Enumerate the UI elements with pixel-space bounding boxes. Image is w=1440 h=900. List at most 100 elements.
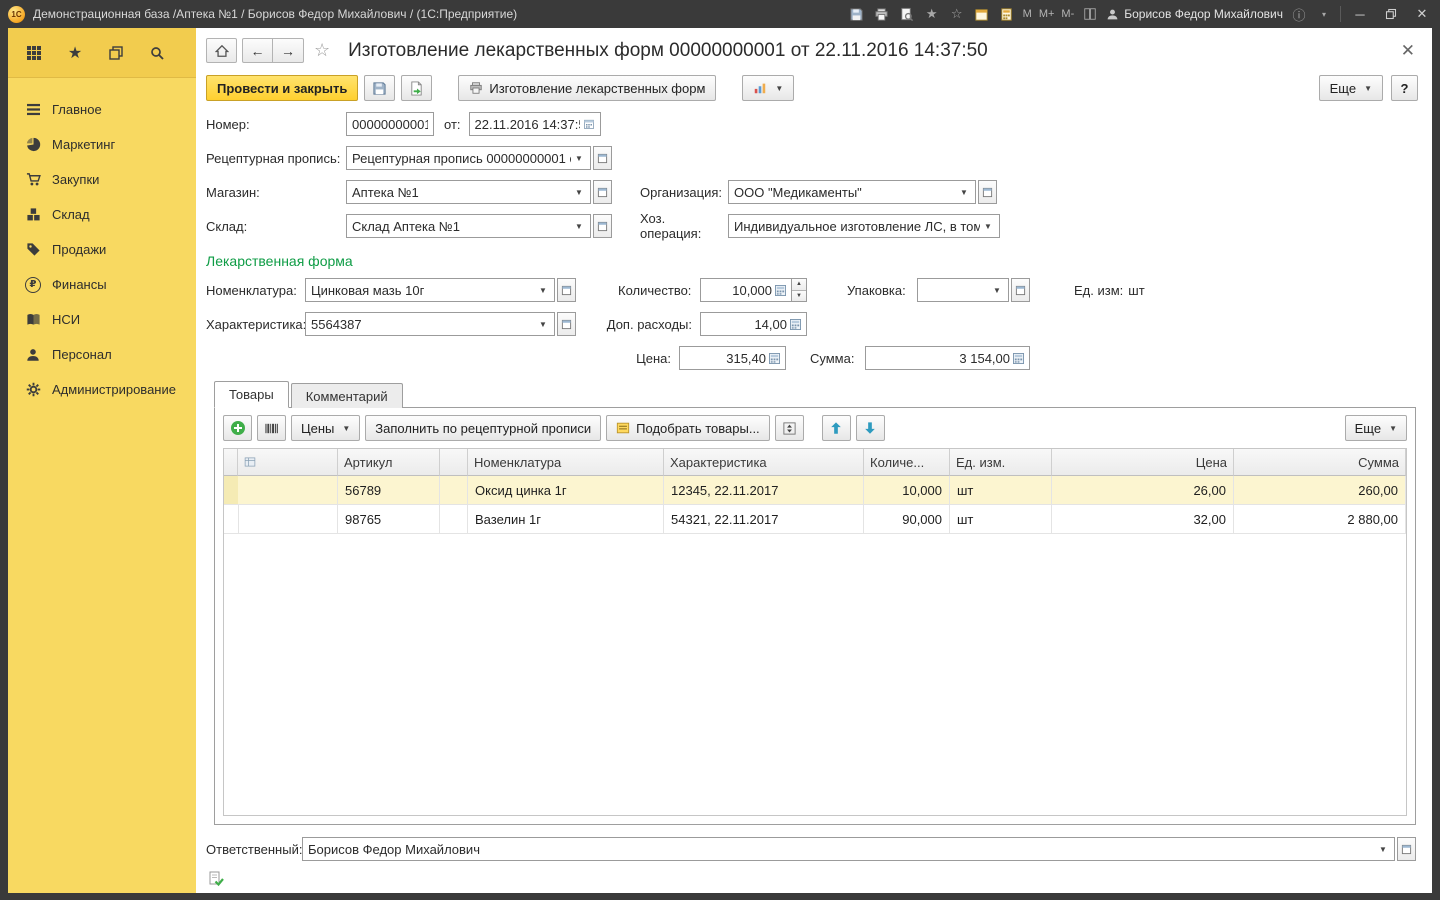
dropdown-icon[interactable]: ▼ [573, 154, 585, 163]
dropdown-icon[interactable]: ▼ [573, 188, 585, 197]
memory-m-button[interactable]: M [1023, 8, 1032, 20]
calculator-picker-icon[interactable] [790, 319, 801, 330]
print-preview-icon[interactable] [898, 5, 916, 23]
characteristic-open-button[interactable] [557, 312, 576, 336]
memory-m-minus-button[interactable]: M- [1061, 8, 1074, 20]
open-windows-icon[interactable] [106, 43, 126, 63]
cell-qty[interactable]: 90,000 [864, 505, 950, 534]
dropdown-icon[interactable]: ▼ [982, 222, 994, 231]
cell-picture[interactable] [440, 476, 468, 505]
cell-number[interactable] [238, 505, 338, 534]
price-field[interactable]: 315,40 [679, 346, 786, 370]
favorite-toggle-icon[interactable]: ☆ [314, 40, 330, 61]
cell-characteristic[interactable]: 54321, 22.11.2017 [664, 505, 864, 534]
store-field[interactable]: Аптека №1 ▼ [346, 180, 591, 204]
more-button[interactable]: Еще▼ [1319, 75, 1383, 101]
cell-price[interactable]: 32,00 [1052, 505, 1234, 534]
calculator-icon[interactable] [998, 5, 1016, 23]
cell-picture[interactable] [440, 505, 468, 534]
sidebar-item-nsi[interactable]: НСИ [8, 302, 196, 337]
expand-rows-button[interactable] [775, 415, 804, 441]
cell-nomenclature[interactable]: Вазелин 1г [468, 505, 664, 534]
minimize-button[interactable]: ─ [1348, 4, 1372, 24]
warehouse-open-button[interactable] [593, 214, 612, 238]
home-button[interactable] [206, 38, 237, 63]
close-window-button[interactable]: ✕ [1410, 4, 1434, 24]
date-field[interactable]: 22.11.2016 14:37:50 [469, 112, 601, 136]
stepper-up-icon[interactable]: ▲ [792, 279, 806, 291]
print-icon[interactable] [873, 5, 891, 23]
reports-dropdown-button[interactable]: ▼ [742, 75, 794, 101]
sidebar-item-sales[interactable]: Продажи [8, 232, 196, 267]
search-icon[interactable] [147, 43, 167, 63]
app-logo-icon[interactable]: 1С [8, 6, 25, 23]
cell-sum[interactable]: 260,00 [1234, 476, 1406, 505]
store-open-button[interactable] [593, 180, 612, 204]
sum-field[interactable]: 3 154,00 [865, 346, 1030, 370]
cell-unit[interactable]: шт [950, 505, 1052, 534]
close-form-icon[interactable]: ✕ [1398, 41, 1418, 61]
favorites-icon[interactable]: ☆ [948, 5, 966, 23]
forward-button[interactable]: → [273, 38, 304, 63]
calculator-picker-icon[interactable] [769, 353, 780, 364]
current-user[interactable]: Борисов Федор Михайлович [1106, 7, 1283, 21]
sidebar-item-warehouse[interactable]: Склад [8, 197, 196, 232]
dropdown-icon[interactable]: ▼ [537, 320, 549, 329]
print-form-button[interactable]: Изготовление лекарственных форм [458, 75, 716, 101]
packaging-field[interactable]: ▼ [917, 278, 1009, 302]
cell-artikul[interactable]: 98765 [338, 505, 440, 534]
warehouse-field[interactable]: Склад Аптека №1 ▼ [346, 214, 591, 238]
quantity-stepper[interactable]: ▲▼ [792, 278, 807, 302]
sidebar-item-administration[interactable]: Администрирование [8, 372, 196, 407]
organization-open-button[interactable] [978, 180, 997, 204]
cell-unit[interactable]: шт [950, 476, 1052, 505]
expenses-field[interactable]: 14,00 [700, 312, 807, 336]
info-icon[interactable]: ⓘ [1290, 5, 1308, 23]
recipe-open-button[interactable] [593, 146, 612, 170]
quantity-field[interactable]: 10,000 [700, 278, 792, 302]
move-row-up-button[interactable] [822, 415, 851, 441]
pick-goods-button[interactable]: Подобрать товары... [606, 415, 770, 441]
nomenclature-open-button[interactable] [557, 278, 576, 302]
sidebar-item-finance[interactable]: ₽ Финансы [8, 267, 196, 302]
tab-comment[interactable]: Комментарий [291, 383, 403, 408]
dropdown-icon[interactable]: ▼ [1377, 845, 1389, 854]
table-more-button[interactable]: Еще▼ [1345, 415, 1407, 441]
cell-qty[interactable]: 10,000 [864, 476, 950, 505]
dropdown-icon[interactable]: ▼ [537, 286, 549, 295]
save-icon[interactable] [848, 5, 866, 23]
sidebar-item-marketing[interactable]: Маркетинг [8, 127, 196, 162]
stepper-down-icon[interactable]: ▼ [792, 291, 806, 302]
tab-goods[interactable]: Товары [214, 381, 289, 408]
characteristic-field[interactable]: 5564387 ▼ [305, 312, 555, 336]
cell-artikul[interactable]: 56789 [338, 476, 440, 505]
back-button[interactable]: ← [242, 38, 273, 63]
table-row[interactable]: 98765 Вазелин 1г 54321, 22.11.2017 90,00… [224, 505, 1406, 534]
cell-characteristic[interactable]: 12345, 22.11.2017 [664, 476, 864, 505]
nomenclature-field[interactable]: Цинковая мазь 10г ▼ [305, 278, 555, 302]
dropdown-icon[interactable]: ▼ [573, 222, 585, 231]
operation-field[interactable]: Индивидуальное изготовление ЛС, в том чи… [728, 214, 1000, 238]
calendar-picker-icon[interactable] [583, 118, 595, 130]
cell-price[interactable]: 26,00 [1052, 476, 1234, 505]
document-status-icon[interactable] [208, 871, 224, 892]
packaging-open-button[interactable] [1011, 278, 1030, 302]
sidebar-item-personnel[interactable]: Персонал [8, 337, 196, 372]
number-field[interactable]: 00000000001 [346, 112, 434, 136]
barcode-button[interactable] [257, 415, 286, 441]
cell-nomenclature[interactable]: Оксид цинка 1г [468, 476, 664, 505]
post-and-close-button[interactable]: Провести и закрыть [206, 75, 358, 101]
sidebar-item-main[interactable]: Главное [8, 92, 196, 127]
calculator-picker-icon[interactable] [1013, 353, 1024, 364]
post-document-button[interactable] [401, 75, 432, 101]
save-button[interactable] [364, 75, 395, 101]
windows-tile-icon[interactable] [1081, 5, 1099, 23]
dropdown-icon[interactable]: ▼ [958, 188, 970, 197]
prices-dropdown-button[interactable]: Цены▼ [291, 415, 360, 441]
organization-field[interactable]: ООО "Медикаменты" ▼ [728, 180, 976, 204]
add-favorite-icon[interactable]: ★ [923, 5, 941, 23]
calculator-picker-icon[interactable] [775, 285, 786, 296]
titlebar-menu-caret-icon[interactable]: ▾ [1315, 5, 1333, 23]
fill-by-recipe-button[interactable]: Заполнить по рецептурной прописи [365, 415, 601, 441]
memory-m-plus-button[interactable]: M+ [1039, 8, 1055, 20]
